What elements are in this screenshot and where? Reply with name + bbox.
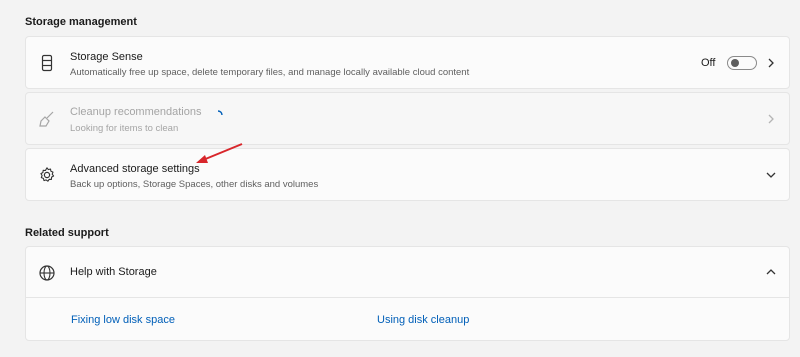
globe-icon bbox=[38, 264, 56, 282]
broom-icon bbox=[38, 110, 56, 128]
chevron-right-icon bbox=[765, 113, 777, 125]
storage-sense-subtitle: Automatically free up space, delete temp… bbox=[70, 67, 470, 78]
storage-sense-toggle-label: Off bbox=[701, 57, 716, 69]
gear-icon bbox=[38, 166, 56, 184]
chevron-up-icon[interactable] bbox=[765, 266, 777, 278]
help-with-storage-title: Help with Storage bbox=[70, 266, 157, 278]
chevron-down-icon[interactable] bbox=[765, 169, 777, 181]
advanced-storage-settings-card[interactable]: Advanced storage settings Back up option… bbox=[25, 148, 790, 201]
link-using-disk-cleanup[interactable]: Using disk cleanup bbox=[377, 314, 469, 326]
link-fixing-low-disk-space[interactable]: Fixing low disk space bbox=[71, 314, 175, 326]
loading-spinner-icon bbox=[213, 107, 223, 117]
storage-sense-toggle[interactable] bbox=[727, 56, 757, 70]
cleanup-recommendations-card: Cleanup recommendations Looking for item… bbox=[25, 92, 790, 145]
related-support-heading: Related support bbox=[25, 227, 109, 239]
chevron-right-icon[interactable] bbox=[765, 57, 777, 69]
toggle-knob bbox=[731, 59, 739, 67]
help-with-storage-header[interactable]: Help with Storage bbox=[26, 247, 789, 298]
help-with-storage-card: Help with Storage Fixing low disk space … bbox=[25, 246, 790, 341]
cleanup-subtitle: Looking for items to clean bbox=[70, 123, 179, 134]
cleanup-title: Cleanup recommendations bbox=[70, 106, 202, 118]
advanced-storage-title: Advanced storage settings bbox=[70, 163, 200, 175]
storage-sense-title: Storage Sense bbox=[70, 51, 143, 63]
advanced-storage-subtitle: Back up options, Storage Spaces, other d… bbox=[70, 179, 319, 190]
storage-drive-icon bbox=[38, 54, 56, 72]
storage-management-heading: Storage management bbox=[25, 16, 137, 28]
storage-sense-card[interactable]: Storage Sense Automatically free up spac… bbox=[25, 36, 790, 89]
